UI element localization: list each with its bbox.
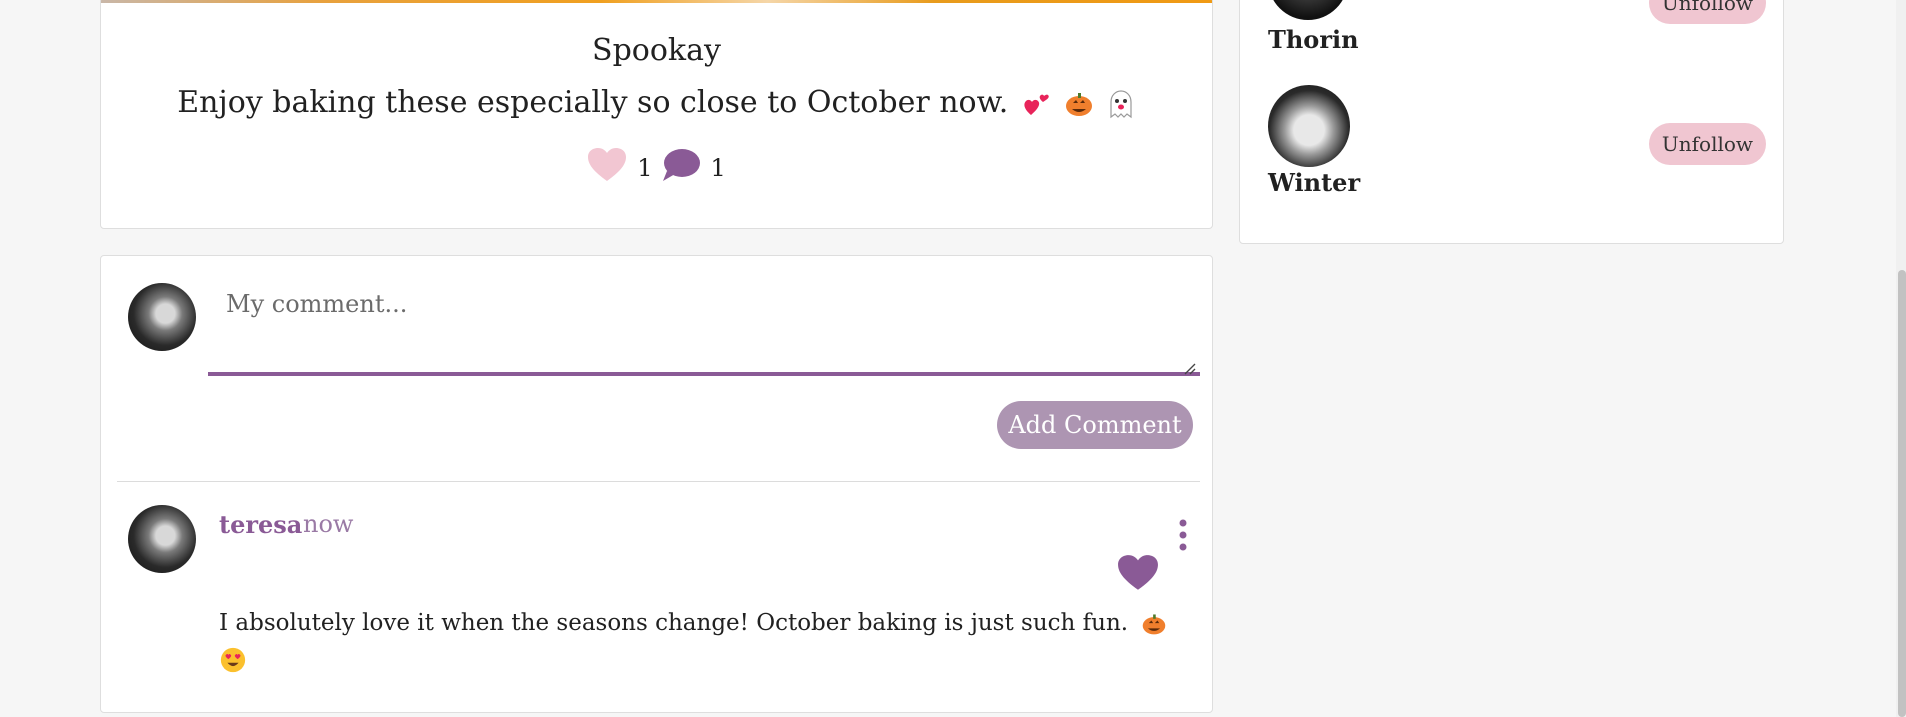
like-stat[interactable]: 1 <box>587 147 653 189</box>
ghost-icon <box>1106 89 1136 119</box>
divider <box>117 481 1200 482</box>
user-name-thorin[interactable]: Thorin <box>1268 25 1359 54</box>
like-count: 1 <box>637 154 653 182</box>
post-emojis <box>1022 89 1136 119</box>
comment-author[interactable]: teresa <box>219 510 302 539</box>
unfollow-button-thorin[interactable]: Unfollow <box>1649 0 1766 24</box>
comment-author-avatar[interactable] <box>128 505 196 573</box>
more-options-icon[interactable] <box>1177 518 1189 552</box>
user-name-winter[interactable]: Winter <box>1268 168 1360 197</box>
winter-avatar[interactable] <box>1268 85 1350 167</box>
post-image[interactable] <box>101 0 1212 3</box>
jack-o-lantern-icon <box>1141 611 1167 637</box>
current-user-avatar <box>128 283 196 351</box>
scrollbar-thumb[interactable] <box>1898 270 1906 717</box>
post-title: Spookay <box>592 33 721 68</box>
thorin-avatar[interactable] <box>1268 0 1348 20</box>
comment-text-body: I absolutely love it when the seasons ch… <box>219 610 1129 636</box>
following-sidebar: Thorin Unfollow Winter Unfollow <box>1239 0 1784 244</box>
post-stats: 1 1 <box>101 147 1212 189</box>
comment-timestamp: now <box>303 510 354 538</box>
comment-text: I absolutely love it when the seasons ch… <box>219 605 1179 677</box>
comment-count: 1 <box>710 154 726 182</box>
page: Spookay Enjoy baking these especially so… <box>0 0 1906 717</box>
heart-icon[interactable] <box>587 147 627 189</box>
speech-bubble-icon[interactable] <box>661 147 701 189</box>
jack-o-lantern-icon <box>1064 89 1094 119</box>
two-hearts-icon <box>1022 89 1052 119</box>
comment-stat[interactable]: 1 <box>661 147 726 189</box>
post-body-text: Enjoy baking these especially so close t… <box>177 85 1009 120</box>
comment-input[interactable] <box>208 278 1200 376</box>
add-comment-button[interactable]: Add Comment <box>997 401 1193 449</box>
comments-card: Add Comment teresa now I absolutely love… <box>100 255 1213 713</box>
post-body: Enjoy baking these especially so close t… <box>101 85 1212 120</box>
unfollow-button-winter[interactable]: Unfollow <box>1649 123 1766 165</box>
heart-eyes-icon <box>219 646 247 674</box>
post-card: Spookay Enjoy baking these especially so… <box>100 0 1213 229</box>
resize-handle-icon[interactable] <box>1184 360 1196 375</box>
comment-like-heart-icon[interactable] <box>1117 554 1159 592</box>
